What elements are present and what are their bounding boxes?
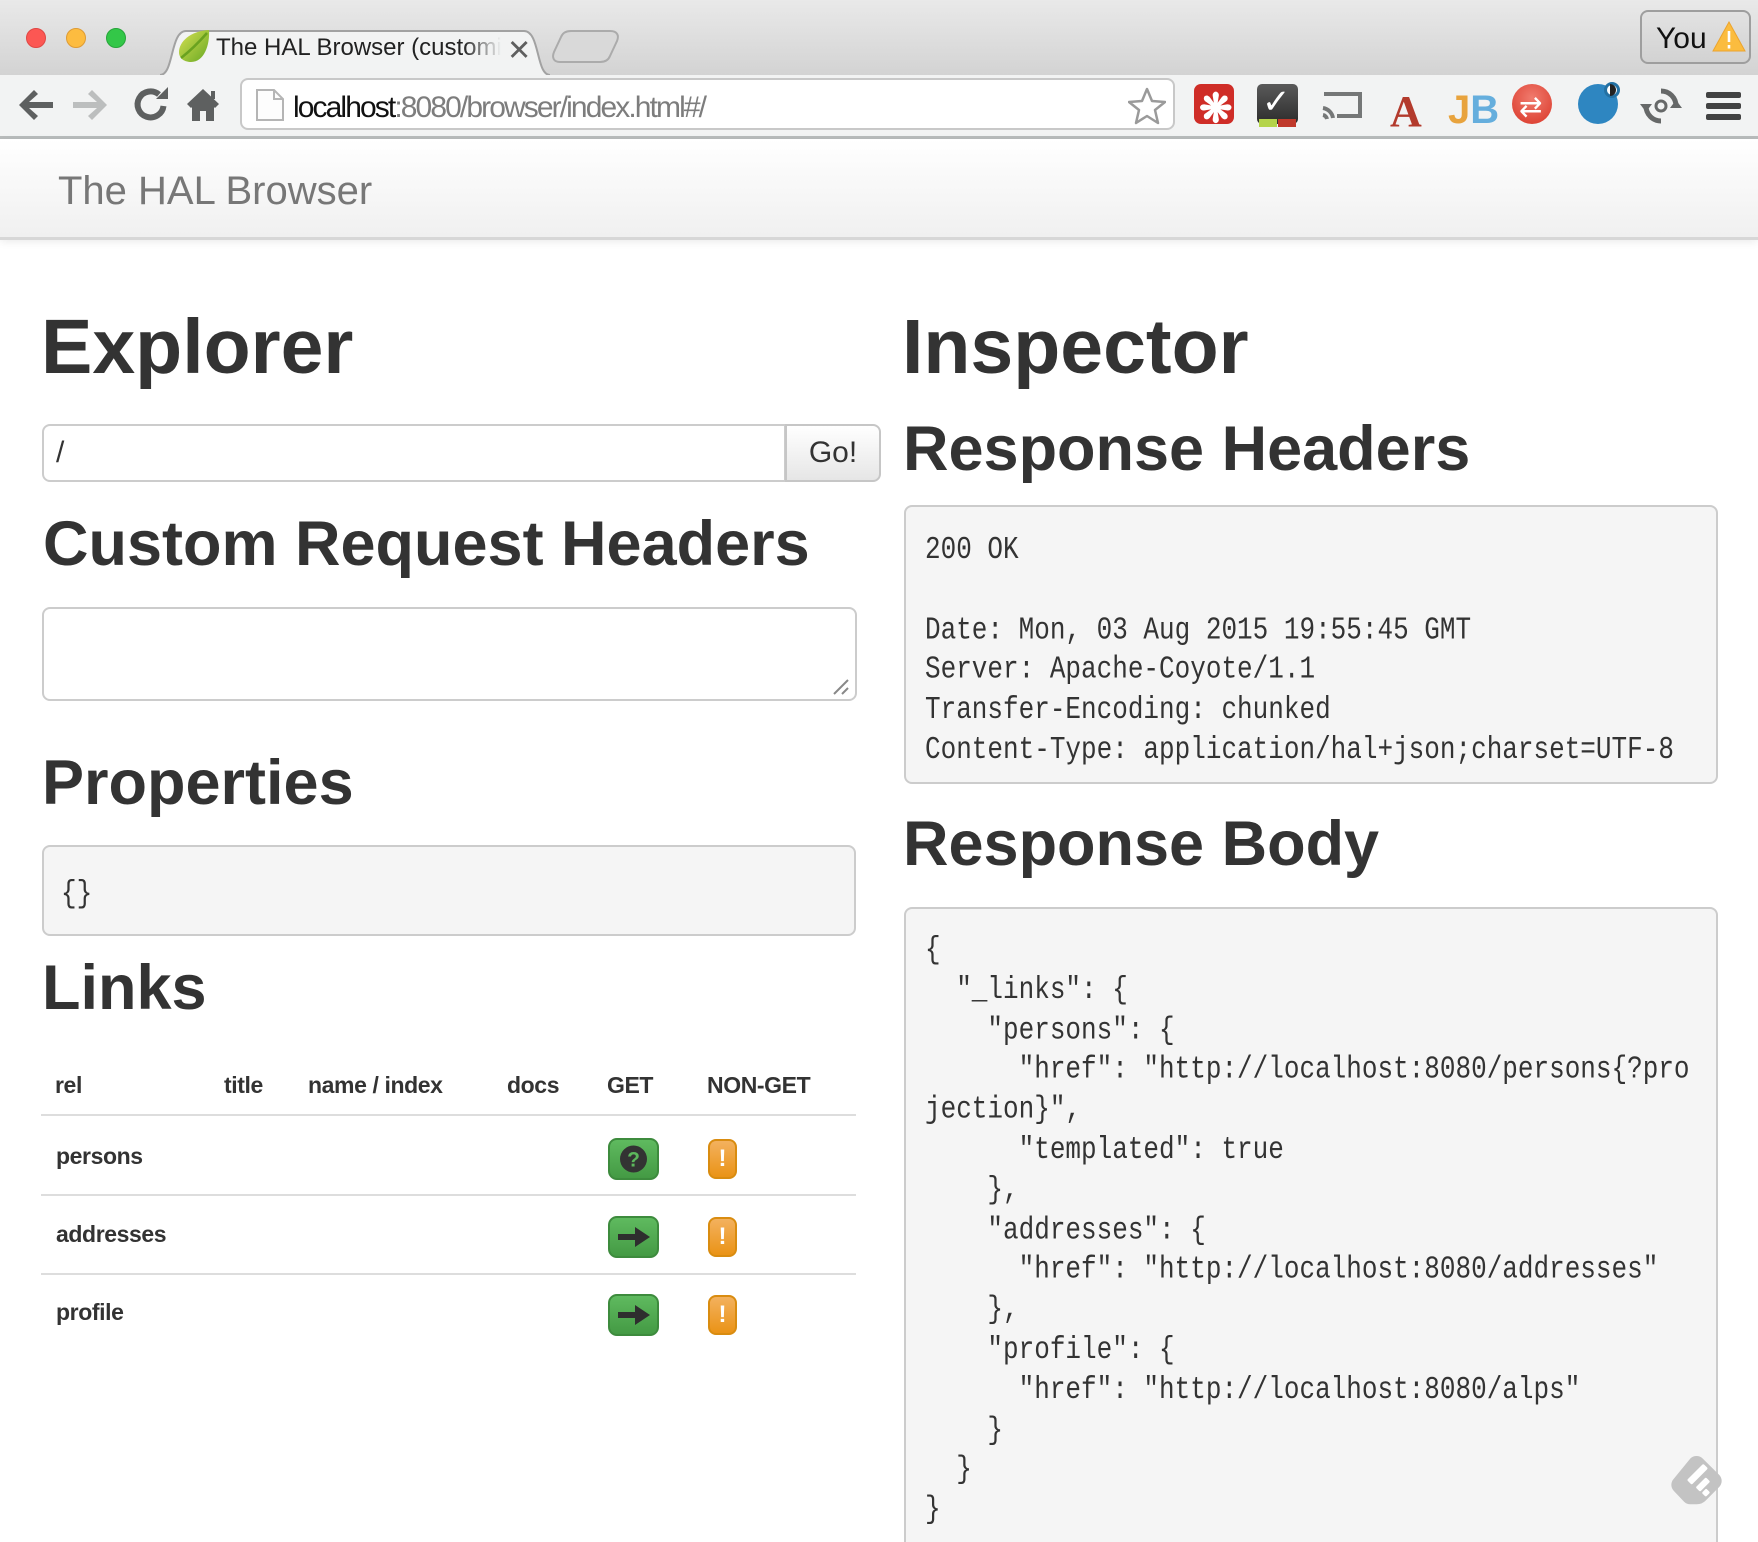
svg-text:?: ?: [627, 1149, 640, 1172]
